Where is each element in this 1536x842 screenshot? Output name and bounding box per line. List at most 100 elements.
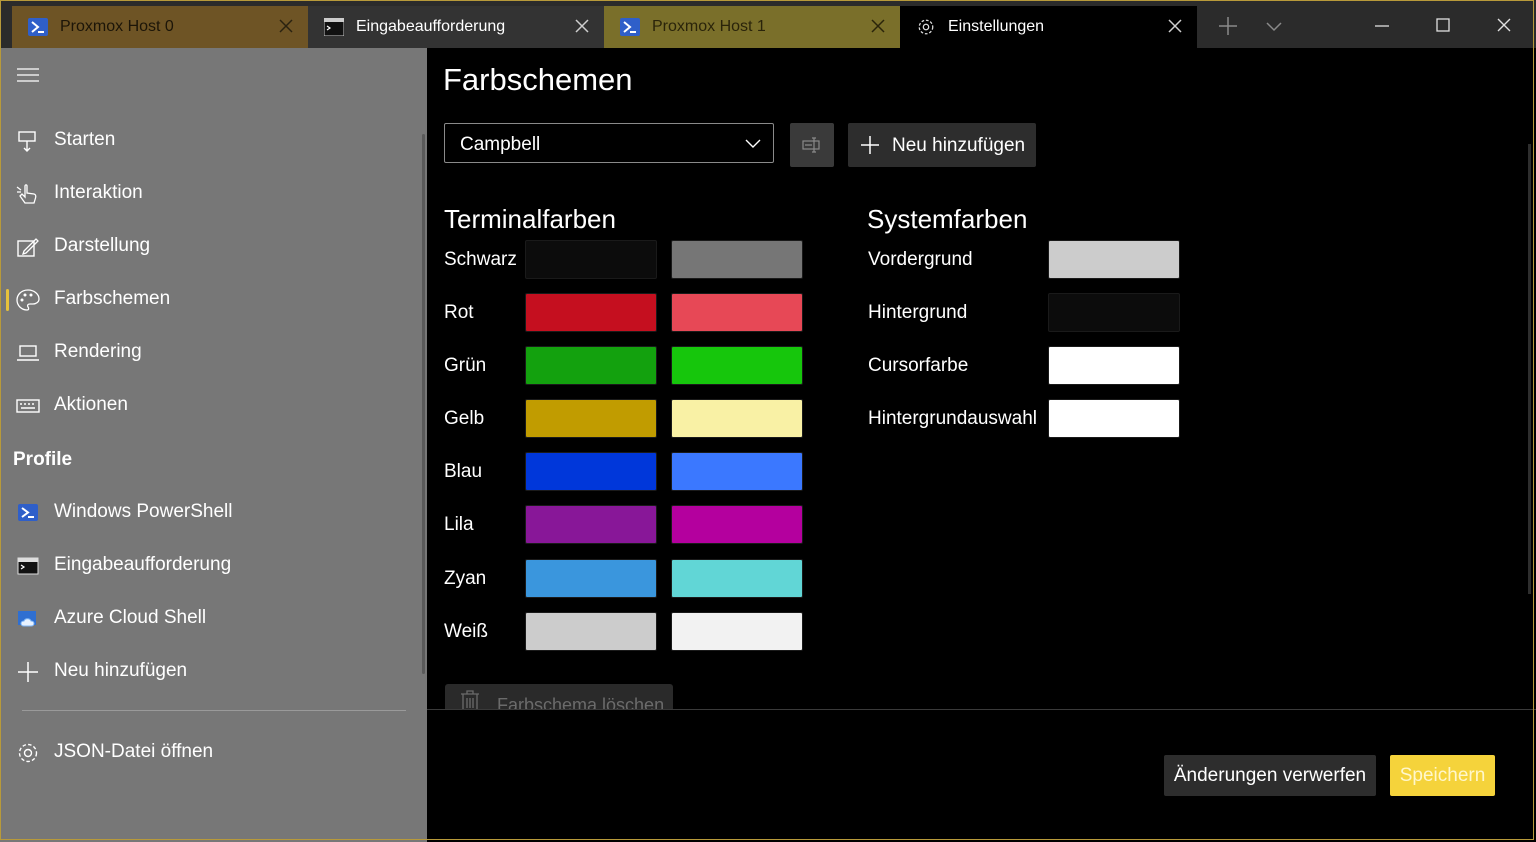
sidebar-item-eingabeaufforderung[interactable]: Eingabeaufforderung bbox=[0, 541, 420, 589]
terminal-color-label: Zyan bbox=[444, 568, 487, 589]
minimize-icon[interactable] bbox=[1368, 12, 1396, 40]
trash-icon bbox=[461, 690, 479, 710]
tab-proxmox-host-0[interactable]: Proxmox Host 0 bbox=[12, 6, 308, 48]
hamburger-menu-icon[interactable] bbox=[16, 68, 40, 82]
color-swatch-normal[interactable] bbox=[525, 346, 657, 385]
new-tab-icon[interactable] bbox=[1214, 12, 1242, 40]
color-swatch-bright[interactable] bbox=[671, 240, 803, 279]
color-swatch-bright[interactable] bbox=[671, 293, 803, 332]
palette-icon bbox=[16, 289, 40, 311]
maximize-icon[interactable] bbox=[1429, 12, 1457, 40]
sidebar-item-label: Azure Cloud Shell bbox=[54, 607, 207, 628]
color-swatch-bright[interactable] bbox=[671, 559, 803, 598]
chevron-down-icon[interactable] bbox=[1260, 12, 1288, 40]
color-swatch-normal[interactable] bbox=[525, 399, 657, 438]
system-color-swatch[interactable] bbox=[1048, 346, 1180, 385]
close-icon[interactable] bbox=[1165, 16, 1185, 36]
sidebar-item-aktionen[interactable]: Aktionen bbox=[0, 381, 420, 429]
sidebar-item-label: Starten bbox=[54, 129, 116, 150]
main-content: Farbschemen Campbell Neu hinzufügen Term… bbox=[427, 48, 1536, 842]
sidebar-item-label: Rendering bbox=[54, 341, 142, 362]
color-swatch-bright[interactable] bbox=[671, 505, 803, 544]
system-color-label: Cursorfarbe bbox=[868, 355, 969, 376]
profiles-header: Profile bbox=[13, 449, 73, 470]
save-label: Speichern bbox=[1399, 765, 1486, 786]
tab-title: Einstellungen bbox=[948, 18, 1045, 35]
terminal-colors-title: Terminalfarben bbox=[444, 204, 616, 234]
color-swatch-bright[interactable] bbox=[671, 346, 803, 385]
close-window-icon[interactable] bbox=[1490, 12, 1518, 40]
system-color-swatch[interactable] bbox=[1048, 240, 1180, 279]
sidebar-item-neu-hinzufuegen[interactable]: Neu hinzufügen bbox=[0, 647, 420, 695]
discard-changes-label: Änderungen verwerfen bbox=[1173, 765, 1367, 786]
color-swatch-bright[interactable] bbox=[671, 612, 803, 651]
add-scheme-label: Neu hinzufügen bbox=[892, 135, 1026, 156]
sidebar-item-windows-powershell[interactable]: Windows PowerShell bbox=[0, 488, 420, 536]
gear-icon bbox=[18, 743, 38, 763]
color-swatch-normal[interactable] bbox=[525, 505, 657, 544]
tab-bar: Proxmox Host 0 Eingabeaufforderung Proxm… bbox=[0, 0, 1536, 48]
close-icon[interactable] bbox=[572, 16, 592, 36]
terminal-color-label: Blau bbox=[444, 461, 483, 482]
sidebar-item-interaktion[interactable]: Interaktion bbox=[0, 169, 420, 217]
selection-indicator bbox=[6, 289, 9, 311]
powershell-icon bbox=[28, 18, 48, 36]
color-swatch-bright[interactable] bbox=[671, 452, 803, 491]
sidebar-item-label: Aktionen bbox=[54, 394, 128, 415]
sidebar-item-starten[interactable]: Starten bbox=[0, 116, 420, 164]
chevron-down-icon bbox=[745, 139, 761, 148]
close-icon[interactable] bbox=[868, 16, 888, 36]
sidebar-divider bbox=[22, 710, 406, 711]
sidebar-item-darstellung[interactable]: Darstellung bbox=[0, 222, 420, 270]
rename-scheme-button[interactable] bbox=[790, 123, 834, 167]
tab-einstellungen[interactable]: Einstellungen bbox=[900, 6, 1197, 48]
cmd-icon bbox=[324, 18, 344, 36]
system-color-label: Hintergrund bbox=[868, 302, 968, 323]
cmd-icon bbox=[17, 557, 39, 575]
tab-proxmox-host-1[interactable]: Proxmox Host 1 bbox=[604, 6, 900, 48]
footer-divider bbox=[427, 709, 1536, 710]
powershell-icon bbox=[620, 18, 640, 36]
color-swatch-bright[interactable] bbox=[671, 399, 803, 438]
rename-icon bbox=[802, 137, 820, 153]
sidebar-item-rendering[interactable]: Rendering bbox=[0, 328, 420, 376]
terminal-color-label: Rot bbox=[444, 302, 474, 323]
color-scheme-select[interactable]: Campbell bbox=[444, 123, 774, 163]
sidebar-item-label: Eingabeaufforderung bbox=[54, 554, 232, 575]
edit-icon bbox=[17, 238, 39, 257]
sidebar-item-label: JSON-Datei öffnen bbox=[54, 741, 214, 762]
sidebar-item-azure-cloud-shell[interactable]: Azure Cloud Shell bbox=[0, 594, 420, 642]
sidebar-item-label: Farbschemen bbox=[54, 288, 171, 309]
tab-title: Proxmox Host 1 bbox=[652, 18, 766, 35]
color-swatch-normal[interactable] bbox=[525, 559, 657, 598]
save-button[interactable]: Speichern bbox=[1390, 755, 1495, 796]
discard-changes-button[interactable]: Änderungen verwerfen bbox=[1164, 755, 1376, 796]
sidebar-scrollbar[interactable] bbox=[422, 134, 425, 674]
color-swatch-normal[interactable] bbox=[525, 240, 657, 279]
tab-title: Proxmox Host 0 bbox=[60, 18, 174, 35]
system-color-swatch[interactable] bbox=[1048, 293, 1180, 332]
terminal-color-label: Schwarz bbox=[444, 249, 517, 270]
sidebar-item-label: Darstellung bbox=[54, 235, 151, 256]
main-scrollbar[interactable] bbox=[1528, 144, 1531, 594]
color-swatch-normal[interactable] bbox=[525, 452, 657, 491]
system-color-swatch[interactable] bbox=[1048, 399, 1180, 438]
color-swatch-normal[interactable] bbox=[525, 293, 657, 332]
tab-eingabeaufforderung[interactable]: Eingabeaufforderung bbox=[308, 6, 604, 48]
plus-icon bbox=[861, 136, 879, 154]
system-color-label: Vordergrund bbox=[868, 249, 973, 270]
delete-scheme-button[interactable]: Farbschema löschen bbox=[445, 684, 673, 710]
system-color-label: Hintergrundauswahl bbox=[868, 408, 1037, 429]
color-swatch-normal[interactable] bbox=[525, 612, 657, 651]
terminal-color-label: Grün bbox=[444, 355, 487, 376]
laptop-icon bbox=[17, 345, 39, 361]
add-scheme-button[interactable]: Neu hinzufügen bbox=[848, 123, 1036, 167]
pointer-icon bbox=[16, 184, 37, 204]
sidebar-item-label: Interaktion bbox=[54, 182, 143, 203]
sidebar-item-farbschemen[interactable]: Farbschemen bbox=[0, 275, 420, 323]
plus-icon bbox=[18, 662, 38, 682]
powershell-icon bbox=[18, 504, 38, 521]
close-icon[interactable] bbox=[276, 16, 296, 36]
sidebar-item-open-json[interactable]: JSON-Datei öffnen bbox=[0, 728, 420, 776]
color-scheme-select-value: Campbell bbox=[460, 134, 541, 155]
